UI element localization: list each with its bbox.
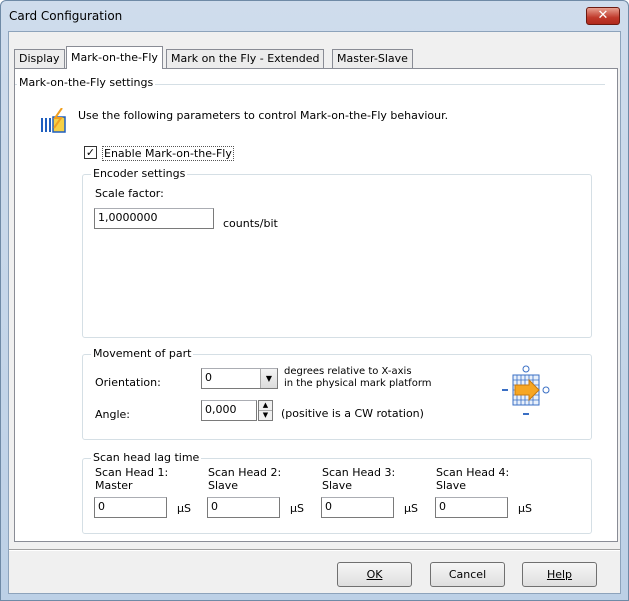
ok-button-label: OK [366, 568, 383, 581]
scan-head-2-unit: µS [290, 502, 304, 515]
scan-head-2-role: Slave [208, 479, 239, 492]
enable-mof-checkbox[interactable]: ✓ [84, 146, 97, 159]
scan-head-3-name: Scan Head 3: [322, 466, 396, 479]
tab-mark-on-the-fly-extended[interactable]: Mark on the Fly - Extended [166, 49, 325, 68]
scan-head-2-name: Scan Head 2: [208, 466, 282, 479]
scan-head-4-name: Scan Head 4: [436, 466, 510, 479]
chevron-down-icon[interactable]: ▼ [260, 369, 277, 388]
scale-factor-label: Scale factor: [95, 187, 164, 200]
lag-time-title: Scan head lag time [91, 451, 202, 464]
orientation-combobox[interactable]: 0 ▼ [201, 368, 278, 389]
scan-head-1-name: Scan Head 1: [95, 466, 169, 479]
window-title: Card Configuration [9, 9, 123, 23]
encoder-settings-title: Encoder settings [91, 167, 188, 180]
tab-strip: Display Mark-on-the-Fly Mark on the Fly … [14, 46, 614, 69]
mof-description: Use the following parameters to control … [78, 109, 449, 122]
spin-up-icon[interactable]: ▲ [259, 401, 272, 410]
enable-mof-label[interactable]: Enable Mark-on-the-Fly [102, 146, 234, 161]
angle-label: Angle: [95, 408, 131, 421]
orientation-note-1: degrees relative to X-axis [284, 366, 412, 377]
orientation-note-2: in the physical mark platform [284, 378, 432, 389]
scan-head-1-input[interactable]: 0 [94, 497, 167, 518]
cancel-button[interactable]: Cancel [430, 562, 505, 587]
button-separator [9, 549, 620, 551]
tab-display[interactable]: Display [14, 49, 65, 68]
scale-factor-input[interactable]: 1,0000000 [94, 208, 214, 229]
angle-spinner[interactable]: ▲ ▼ [258, 400, 273, 421]
scan-head-2-input[interactable]: 0 [207, 497, 280, 518]
movement-title: Movement of part [91, 347, 194, 360]
orientation-label: Orientation: [95, 376, 161, 389]
tab-mark-on-the-fly[interactable]: Mark-on-the-Fly [66, 46, 163, 69]
help-button[interactable]: Help [522, 562, 597, 587]
scan-head-4-unit: µS [518, 502, 532, 515]
scan-head-3-unit: µS [404, 502, 418, 515]
scale-factor-unit: counts/bit [223, 217, 278, 230]
title-bar: Card Configuration ✕ [1, 1, 628, 31]
scan-head-1-role: Master [95, 479, 133, 492]
scan-head-1-unit: µS [177, 502, 191, 515]
ok-button[interactable]: OK [337, 562, 412, 587]
scan-head-3-role: Slave [322, 479, 353, 492]
mof-settings-title: Mark-on-the-Fly settings [17, 76, 156, 89]
card-configuration-dialog: Card Configuration ✕ Display Mark-on-the… [0, 0, 629, 601]
tab-panel: Mark-on-the-Fly settings Use the followi… [14, 68, 618, 542]
cancel-button-label: Cancel [448, 568, 487, 581]
scan-head-4-input[interactable]: 0 [435, 497, 508, 518]
movement-direction-icon [502, 365, 550, 415]
angle-input[interactable]: 0,000 [201, 400, 257, 421]
dialog-client: Display Mark-on-the-Fly Mark on the Fly … [8, 31, 621, 594]
scan-head-3-input[interactable]: 0 [321, 497, 394, 518]
help-button-label: Help [546, 568, 573, 581]
spin-down-icon[interactable]: ▼ [259, 410, 272, 419]
orientation-value: 0 [205, 371, 212, 384]
tab-master-slave[interactable]: Master-Slave [332, 49, 413, 68]
mark-on-the-fly-icon [41, 108, 66, 133]
scan-head-4-role: Slave [436, 479, 467, 492]
close-icon[interactable]: ✕ [586, 7, 620, 25]
angle-note: (positive is a CW rotation) [281, 407, 424, 420]
